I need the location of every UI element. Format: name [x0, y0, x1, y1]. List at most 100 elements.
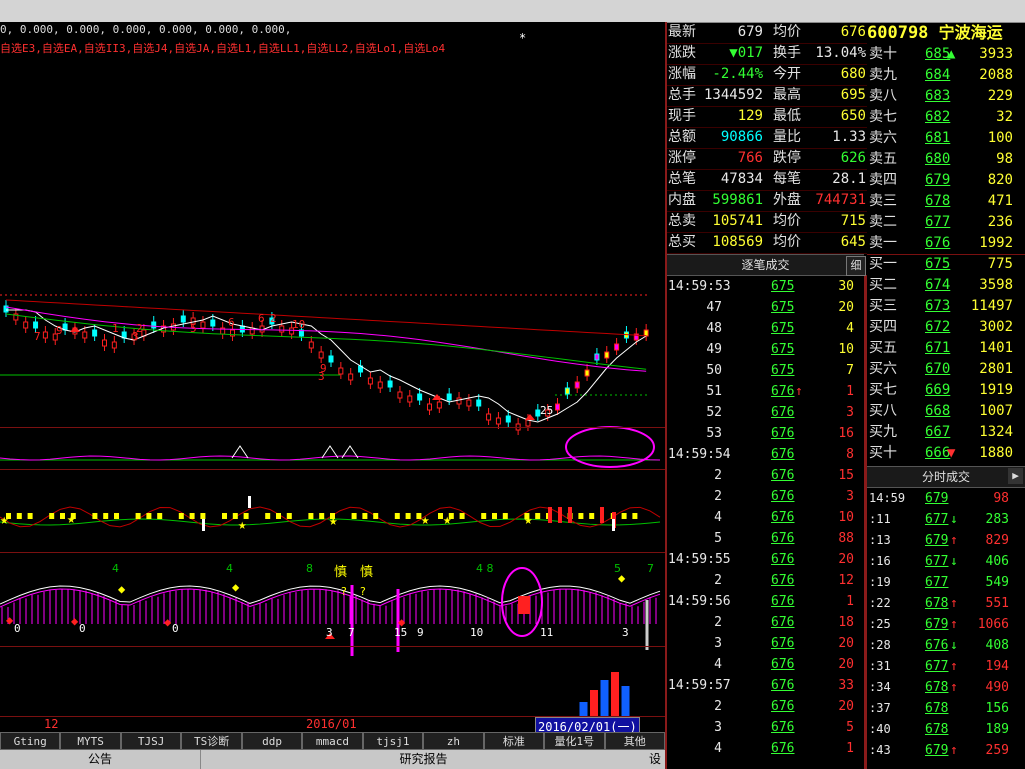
tick-row[interactable]: 2 676 3 — [667, 486, 864, 507]
stock-header: 600798 宁波海运 — [867, 22, 1025, 44]
orderbook-price: 678 — [925, 193, 951, 209]
next-arrow-icon[interactable]: ▶ — [1008, 468, 1023, 484]
orderbook-row[interactable]: 买五 671 1401 — [867, 338, 1025, 359]
tab-zh[interactable]: zh — [423, 732, 484, 750]
orderbook-volume: 11497 — [970, 298, 1013, 314]
settings-button[interactable]: 设 — [645, 750, 665, 769]
tick-row[interactable]: 4 676 1 — [667, 738, 864, 759]
tick-volume: 33 — [838, 678, 854, 693]
tick-row[interactable]: 2 676 15 — [667, 465, 864, 486]
tab-gting[interactable]: Gting — [0, 732, 61, 750]
tick-row[interactable]: 3 676 5 — [667, 717, 864, 738]
quote-label: 最新 — [668, 24, 696, 40]
orderbook-row[interactable]: 买十 666 ▼ 1880 — [867, 443, 1025, 464]
tab-myts[interactable]: MYTS — [60, 732, 121, 750]
kline-chart-svg[interactable]: 7 961 2356 2931025★ ★ ★ ★ ★ ★ ★◆ ◆◆◆ ◆ ◆ ◆4 4 8 4 8 5 7慎 慎?… — [0, 22, 665, 732]
tick-list[interactable]: 14:59:53 675 30 47 675 20 48 675 4 49 675 10 50 675 7 5… — [667, 276, 864, 769]
orderbook-row[interactable]: 卖一 676 1992 — [867, 233, 1025, 254]
tick-row[interactable]: 4 676 20 — [667, 654, 864, 675]
fenshi-row[interactable]: :40 678 189 — [867, 719, 1025, 740]
fenshi-row[interactable]: :34 678 ↑ 490 — [867, 677, 1025, 698]
fenshi-row[interactable]: :19 677 549 — [867, 572, 1025, 593]
fenshi-time: :34 — [869, 680, 891, 694]
tab-tjsj1[interactable]: tjsj1 — [362, 732, 424, 750]
orderbook-row[interactable]: 卖六 681 100 — [867, 128, 1025, 149]
tick-row[interactable]: 52 676 3 — [667, 402, 864, 423]
diamond-icon: ◆ — [232, 580, 240, 594]
fenshi-price: 679 — [925, 533, 949, 548]
orderbook-row[interactable]: 买八 668 1007 — [867, 401, 1025, 422]
fenshi-arrow: ↓ — [950, 638, 958, 653]
fenshi-row[interactable]: 14:59 679 98 — [867, 488, 1025, 509]
kline-chart-area[interactable]: 7 9 6 1 2 3 5 6 2 9 3 10 25 ★ ★ ★ ★ ★ ★ ★ ◆ ◆ ◆ ◆ ◆ ◆ ◆ 4 4 8 4 8 5 7 慎慎?… — [0, 22, 665, 732]
tick-row[interactable]: 49 675 10 — [667, 339, 864, 360]
tab-mmacd[interactable]: mmacd — [302, 732, 363, 750]
quote-row: 总笔 47834 每笔 28.1 — [667, 169, 867, 191]
tab-research-report[interactable]: 研究报告 — [201, 750, 647, 769]
fenshi-row[interactable]: :16 677 ↓ 406 — [867, 551, 1025, 572]
tick-row[interactable]: 51 676 ↑ 1 — [667, 381, 864, 402]
tick-row[interactable]: 48 675 4 — [667, 318, 864, 339]
tab-other[interactable]: 其他 — [604, 732, 665, 750]
signal-bar — [589, 513, 595, 519]
tick-row[interactable]: 14:59:56 676 1 — [667, 591, 864, 612]
orderbook-row[interactable]: 卖七 682 32 — [867, 107, 1025, 128]
orderbook-row[interactable]: 买四 672 3002 — [867, 317, 1025, 338]
orderbook-row[interactable]: 卖五 680 98 — [867, 149, 1025, 170]
tab-ts-diagnose[interactable]: TS诊断 — [181, 732, 242, 750]
tab-tjsj[interactable]: TJSJ — [120, 732, 182, 750]
orderbook-price: 681 — [925, 130, 951, 146]
tick-panel-title[interactable]: 逐笔成交 — [667, 254, 864, 276]
indicator-label: 5 — [614, 562, 621, 575]
tick-row[interactable]: 2 676 18 — [667, 612, 864, 633]
orderbook-row[interactable]: 卖十 685 ▲ 3933 — [867, 44, 1025, 65]
fenshi-row[interactable]: :22 678 ↑ 551 — [867, 593, 1025, 614]
tick-row[interactable]: 3 676 20 — [667, 633, 864, 654]
signal-bar — [27, 513, 33, 519]
indicator-values: 0, 0.000, 0.000, 0.000, 0.000, 0.000, 0.… — [0, 23, 292, 36]
tick-row[interactable]: 14:59:57 676 33 — [667, 675, 864, 696]
orderbook-row[interactable]: 卖四 679 820 — [867, 170, 1025, 191]
quote-value: 1.33 — [832, 129, 866, 145]
tab-ddp[interactable]: ddp — [241, 732, 303, 750]
fenshi-row[interactable]: :31 677 ↑ 194 — [867, 656, 1025, 677]
detail-button[interactable]: 细 — [846, 256, 866, 276]
fenshi-panel-title[interactable]: 分时成交 — [867, 466, 1025, 488]
orderbook-row[interactable]: 买一 675 775 — [867, 254, 1025, 275]
tick-row[interactable]: 2 676 20 — [667, 696, 864, 717]
fenshi-row[interactable]: :43 679 ↑ 259 — [867, 740, 1025, 761]
signal-bar — [222, 513, 227, 519]
fenshi-row[interactable]: :13 679 ↑ 829 — [867, 530, 1025, 551]
tick-row[interactable]: 14:59:53 675 30 — [667, 276, 864, 297]
orderbook-row[interactable]: 卖八 683 229 — [867, 86, 1025, 107]
orderbook-row[interactable]: 卖九 684 2088 — [867, 65, 1025, 86]
orderbook-row[interactable]: 买七 669 1919 — [867, 380, 1025, 401]
tick-row[interactable]: 50 675 7 — [667, 360, 864, 381]
orderbook-row[interactable]: 买三 673 11497 — [867, 296, 1025, 317]
fenshi-row[interactable]: :37 678 156 — [867, 698, 1025, 719]
fenshi-row[interactable]: :25 679 ↑ 1066 — [867, 614, 1025, 635]
tick-row[interactable]: 5 676 88 — [667, 528, 864, 549]
tick-row[interactable]: 14:59:54 676 8 — [667, 444, 864, 465]
tick-price: 676 — [771, 447, 795, 462]
tick-row[interactable]: 14:59:55 676 20 — [667, 549, 864, 570]
fenshi-row[interactable]: :11 677 ↓ 283 — [867, 509, 1025, 530]
tab-quant1[interactable]: 量化1号 — [544, 732, 605, 750]
orderbook-row[interactable]: 买九 667 1324 — [867, 422, 1025, 443]
candle-body — [525, 419, 531, 427]
tab-announcement[interactable]: 公告 — [0, 750, 201, 769]
orderbook-row[interactable]: 卖三 678 471 — [867, 191, 1025, 212]
tick-price: 676 — [771, 489, 795, 504]
tick-row[interactable]: 4 676 10 — [667, 507, 864, 528]
orderbook-row[interactable]: 卖二 677 236 — [867, 212, 1025, 233]
tick-row[interactable]: 47 675 20 — [667, 297, 864, 318]
candle-body — [486, 413, 492, 421]
fenshi-list[interactable]: 14:59 679 98:11 677 ↓ 283:13 679 ↑ 829:16 677 ↓ 406… — [867, 488, 1025, 769]
tick-row[interactable]: 53 676 16 — [667, 423, 864, 444]
orderbook-row[interactable]: 买二 674 3598 — [867, 275, 1025, 296]
orderbook-row[interactable]: 买六 670 2801 — [867, 359, 1025, 380]
fenshi-row[interactable]: :28 676 ↓ 408 — [867, 635, 1025, 656]
tick-row[interactable]: 2 676 12 — [667, 570, 864, 591]
signal-bar — [578, 513, 584, 519]
tab-standard[interactable]: 标准 — [483, 732, 545, 750]
